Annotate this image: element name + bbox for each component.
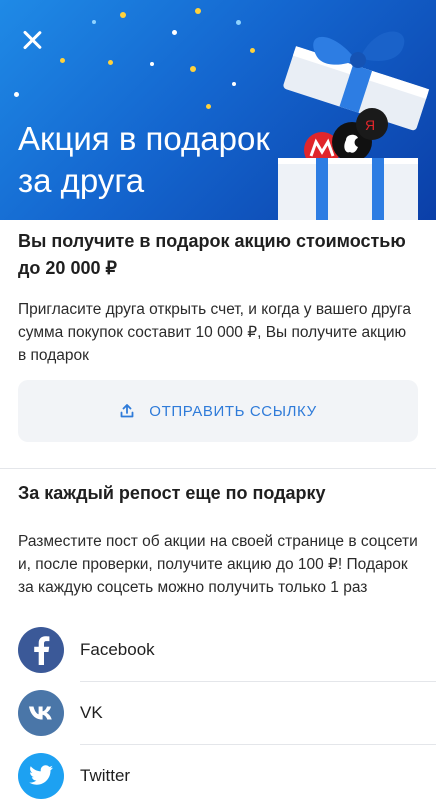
share-facebook-row[interactable]: Facebook bbox=[18, 619, 436, 681]
svg-text:Я: Я bbox=[365, 117, 375, 133]
share-twitter-row[interactable]: Twitter bbox=[18, 745, 436, 807]
confetti-dot bbox=[236, 20, 241, 25]
confetti-dot bbox=[250, 48, 255, 53]
confetti-dot bbox=[14, 92, 19, 97]
promo-banner: Акция в подарок за друга Я bbox=[0, 0, 436, 220]
confetti-dot bbox=[92, 20, 96, 24]
invite-heading: Вы получите в подарок акцию стоимостью д… bbox=[18, 231, 406, 278]
send-link-label: ОТПРАВИТЬ ССЫЛКУ bbox=[149, 402, 317, 420]
confetti-dot bbox=[60, 58, 65, 63]
facebook-icon bbox=[18, 627, 64, 673]
share-vk-row[interactable]: VK bbox=[18, 682, 436, 744]
repost-section: За каждый репост еще по подарку bbox=[18, 480, 418, 507]
confetti-dot bbox=[195, 8, 201, 14]
invite-description-block: Пригласите друга открыть счет, и когда у… bbox=[18, 298, 418, 367]
confetti-dot bbox=[172, 30, 177, 35]
twitter-icon bbox=[18, 753, 64, 799]
confetti-dot bbox=[108, 60, 113, 65]
share-upload-icon bbox=[120, 404, 134, 418]
send-link-button[interactable]: ОТПРАВИТЬ ССЫЛКУ bbox=[18, 380, 418, 442]
confetti-dot bbox=[150, 62, 154, 66]
section-divider bbox=[0, 468, 436, 469]
repost-description: Разместите пост об акции на своей страни… bbox=[18, 533, 418, 596]
confetti-dot bbox=[232, 82, 236, 86]
twitter-label: Twitter bbox=[80, 766, 131, 785]
vk-label: VK bbox=[80, 703, 103, 722]
facebook-label: Facebook bbox=[80, 640, 155, 659]
repost-description-block: Разместите пост об акции на своей страни… bbox=[18, 530, 418, 599]
hero-title: Акция в подарок за друга bbox=[18, 120, 270, 199]
confetti-dot bbox=[120, 12, 126, 18]
gift-box-illustration: Я bbox=[278, 31, 430, 220]
invite-description: Пригласите друга открыть счет, и когда у… bbox=[18, 301, 411, 364]
invite-section: Вы получите в подарок акцию стоимостью д… bbox=[18, 228, 418, 282]
repost-heading: За каждый репост еще по подарку bbox=[18, 483, 326, 503]
confetti-dot bbox=[190, 66, 196, 72]
confetti-dot bbox=[206, 104, 211, 109]
close-icon[interactable] bbox=[18, 26, 46, 54]
vk-icon bbox=[18, 690, 64, 736]
